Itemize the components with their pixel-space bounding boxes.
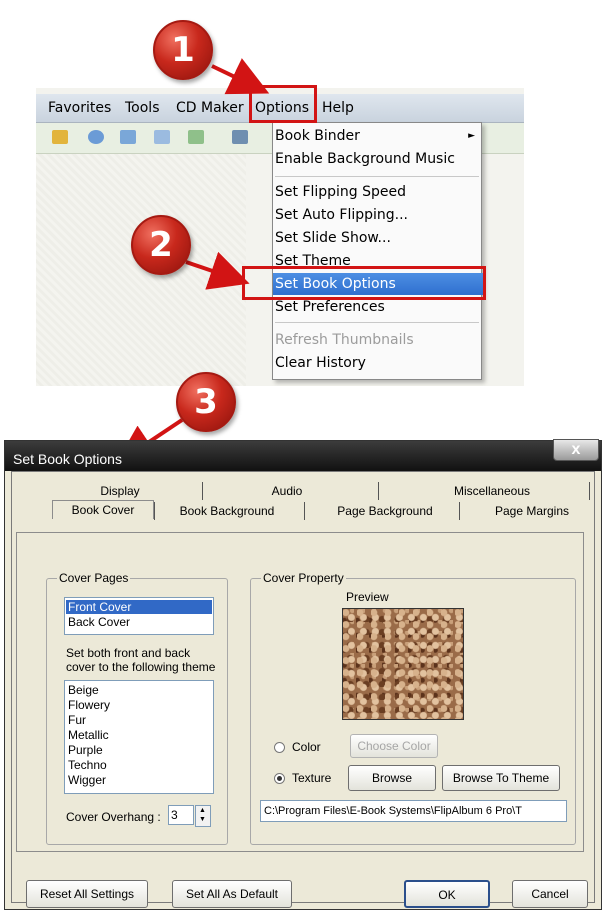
dialog-titlebar[interactable]: Set Book Options x — [5, 439, 601, 471]
cover-overhang-label: Cover Overhang : — [66, 810, 161, 824]
cover-property-label: Cover Property — [261, 571, 346, 585]
tab-book-cover[interactable]: Book Cover — [52, 500, 154, 519]
list-item-theme[interactable]: Flowery — [68, 698, 110, 712]
list-item-theme[interactable]: Beige — [68, 683, 99, 697]
tab-divider — [589, 482, 590, 500]
cover-pages-list[interactable]: Front Cover Back Cover — [64, 597, 214, 635]
list-item-theme[interactable]: Fur — [68, 713, 86, 727]
radio-selected-dot — [277, 776, 282, 781]
cover-pages-label: Cover Pages — [57, 571, 131, 585]
tab-divider — [304, 502, 305, 520]
list-item-back-cover[interactable]: Back Cover — [68, 615, 130, 629]
texture-radio-label[interactable]: Texture — [292, 771, 331, 785]
close-button[interactable]: x — [553, 439, 599, 461]
spin-down-icon[interactable]: ▼ — [199, 816, 206, 823]
cover-overhang-spinner[interactable]: ▲ ▼ — [195, 805, 211, 827]
list-item-theme[interactable]: Metallic — [68, 728, 109, 742]
step-3-badge: 3 — [176, 372, 236, 432]
reset-all-settings-button[interactable]: Reset All Settings — [26, 880, 148, 908]
list-item-front-cover[interactable]: Front Cover — [66, 600, 212, 614]
tab-divider — [202, 482, 203, 500]
step-1-badge: 1 — [153, 20, 213, 80]
tab-page-margins[interactable]: Page Margins — [482, 502, 582, 520]
ok-button[interactable]: OK — [404, 880, 490, 908]
set-book-options-dialog: Set Book Options x Display Audio Miscell… — [4, 439, 602, 910]
instruction-text: Set both front and back — [66, 646, 191, 660]
tab-audio[interactable]: Audio — [237, 482, 337, 500]
dialog-client-area: Display Audio Miscellaneous Book Cover B… — [11, 471, 595, 908]
dialog-title: Set Book Options — [13, 451, 122, 467]
texture-path-field[interactable]: C:\Program Files\E-Book Systems\FlipAlbu… — [260, 800, 567, 822]
browse-button[interactable]: Browse — [348, 765, 436, 791]
browse-to-theme-button[interactable]: Browse To Theme — [442, 765, 560, 791]
list-item-theme[interactable]: Wigger — [68, 773, 106, 787]
arrow-step-2 — [185, 251, 250, 290]
tab-miscellaneous[interactable]: Miscellaneous — [432, 482, 552, 500]
tab-page-background[interactable]: Page Background — [330, 502, 440, 520]
set-all-as-default-button[interactable]: Set All As Default — [172, 880, 292, 908]
tab-display[interactable]: Display — [70, 482, 170, 500]
tab-divider — [459, 502, 460, 520]
tab-book-background[interactable]: Book Background — [172, 502, 282, 520]
choose-color-button: Choose Color — [350, 734, 438, 758]
tab-divider — [154, 502, 155, 520]
arrow-step-1 — [211, 58, 270, 95]
step-2-badge: 2 — [131, 215, 191, 275]
list-item-theme[interactable]: Purple — [68, 743, 103, 757]
theme-list[interactable]: Beige Flowery Fur Metallic Purple Techno… — [64, 680, 214, 794]
texture-radio[interactable] — [274, 773, 285, 784]
spin-up-icon[interactable]: ▲ — [199, 807, 206, 814]
tab-divider — [378, 482, 379, 500]
instruction-text: cover to the following theme — [66, 660, 216, 674]
color-radio[interactable] — [274, 742, 285, 753]
texture-preview-image — [342, 608, 464, 720]
preview-label: Preview — [346, 590, 389, 604]
cancel-button[interactable]: Cancel — [512, 880, 588, 908]
cover-overhang-input[interactable]: 3 — [168, 805, 194, 825]
color-radio-label[interactable]: Color — [292, 740, 321, 754]
close-icon: x — [571, 441, 581, 458]
list-item-theme[interactable]: Techno — [68, 758, 107, 772]
